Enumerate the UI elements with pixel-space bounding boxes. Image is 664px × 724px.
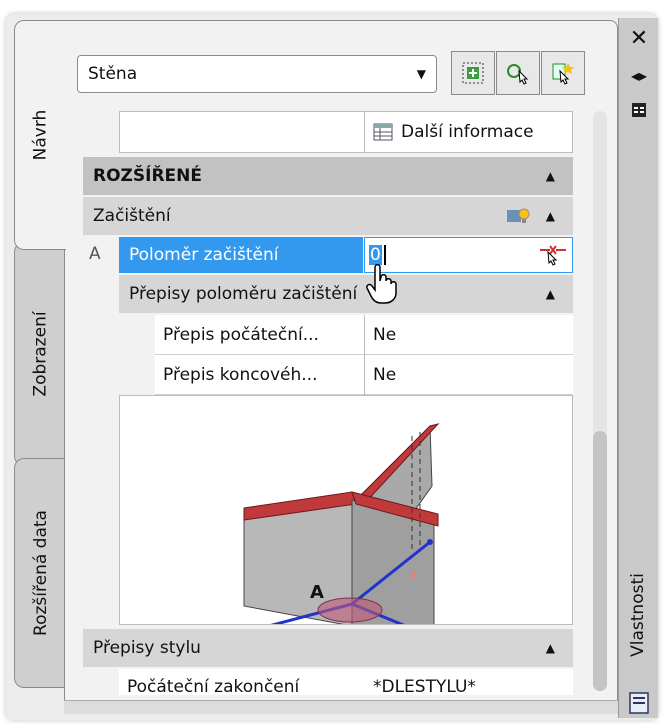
collapse-icon[interactable]: ▲ — [546, 641, 555, 655]
preview-marker-a: A — [310, 582, 324, 603]
start-override-row[interactable]: Přepis počáteční... Ne — [155, 314, 573, 355]
tab-zobrazeni[interactable]: Zobrazení — [14, 242, 66, 466]
autohide-icon[interactable]: ◂▸ — [619, 66, 659, 85]
vertical-scrollbar[interactable] — [593, 111, 607, 691]
properties-icon[interactable] — [619, 102, 659, 123]
table-icon — [373, 123, 393, 141]
more-info-label: Další informace — [401, 122, 534, 142]
chevron-down-icon: ▼ — [416, 67, 426, 81]
more-info-button[interactable]: Další informace — [364, 112, 572, 152]
section-advanced-label: ROZŠÍŘENÉ — [93, 166, 202, 186]
hand-cursor-icon — [366, 264, 397, 304]
palette-menu-icon[interactable] — [619, 692, 659, 719]
cleanup-radius-label: Poloměr začištění — [119, 237, 363, 273]
start-override-label: Přepis počáteční... — [155, 314, 365, 355]
object-type-value: Stěna — [88, 64, 138, 84]
add-selected-icon — [462, 62, 484, 84]
collapse-icon[interactable]: ▲ — [546, 287, 555, 301]
text-caret — [383, 245, 386, 265]
start-cap-value[interactable]: *DLESTYLU* — [349, 677, 476, 695]
section-cleanup[interactable]: Začištění ▲ — [83, 197, 573, 235]
end-override-label: Přepis koncovéh... — [155, 354, 365, 395]
tab-rozsirena-data[interactable]: Rozšířená data — [14, 458, 66, 688]
collapse-icon[interactable]: ▲ — [546, 169, 555, 183]
scrollbar-thumb[interactable] — [593, 431, 607, 691]
close-icon[interactable]: ✕ — [619, 26, 659, 51]
section-cleanup-label: Začištění — [93, 206, 171, 226]
cleanup-preview-image: A — [119, 395, 573, 660]
cleanup-radius-row[interactable]: A Poloměr začištění 0 — [83, 237, 573, 273]
end-override-value[interactable]: Ne — [365, 365, 396, 385]
tab-navrh[interactable]: Návrh — [14, 20, 66, 250]
quick-select-icon — [552, 63, 574, 85]
diagram-marker-a: A — [89, 244, 101, 264]
collapse-icon[interactable]: ▲ — [546, 209, 555, 223]
start-override-value[interactable]: Ne — [365, 325, 396, 345]
select-objects-icon — [507, 64, 529, 85]
end-override-row[interactable]: Přepis koncovéh... Ne — [155, 354, 573, 395]
start-cap-label: Počáteční zakončení — [127, 677, 300, 695]
style-overrides-label: Přepisy stylu — [93, 638, 201, 658]
panel-bottom-edge — [64, 700, 618, 714]
radius-overrides-label: Přepisy poloměru začištění — [129, 284, 358, 304]
select-objects-button[interactable] — [496, 51, 540, 95]
section-advanced[interactable]: ROZŠÍŘENÉ ▲ — [83, 157, 573, 195]
start-cap-row[interactable]: Počáteční zakončení *DLESTYLU* — [119, 669, 573, 695]
properties-panel: Stěna ▼ Další informace ROZŠÍŘENÉ ▲ Zači… — [64, 20, 618, 708]
section-style-overrides[interactable]: Přepisy stylu ▲ — [83, 629, 573, 667]
pick-point-icon[interactable] — [538, 244, 568, 268]
cleanup-radius-value: 0 — [369, 245, 382, 265]
section-radius-overrides[interactable]: Přepisy poloměru začištění ▲ — [119, 275, 573, 313]
lightbulb-icon[interactable] — [506, 206, 530, 226]
info-row: Další informace — [119, 111, 573, 153]
side-tabs: Návrh Zobrazení Rozšířená data — [14, 20, 66, 710]
object-type-select[interactable]: Stěna ▼ — [77, 55, 437, 93]
add-selected-button[interactable] — [451, 51, 495, 95]
palette-title: Vlastnosti — [628, 573, 648, 657]
quick-select-button[interactable] — [541, 51, 585, 95]
